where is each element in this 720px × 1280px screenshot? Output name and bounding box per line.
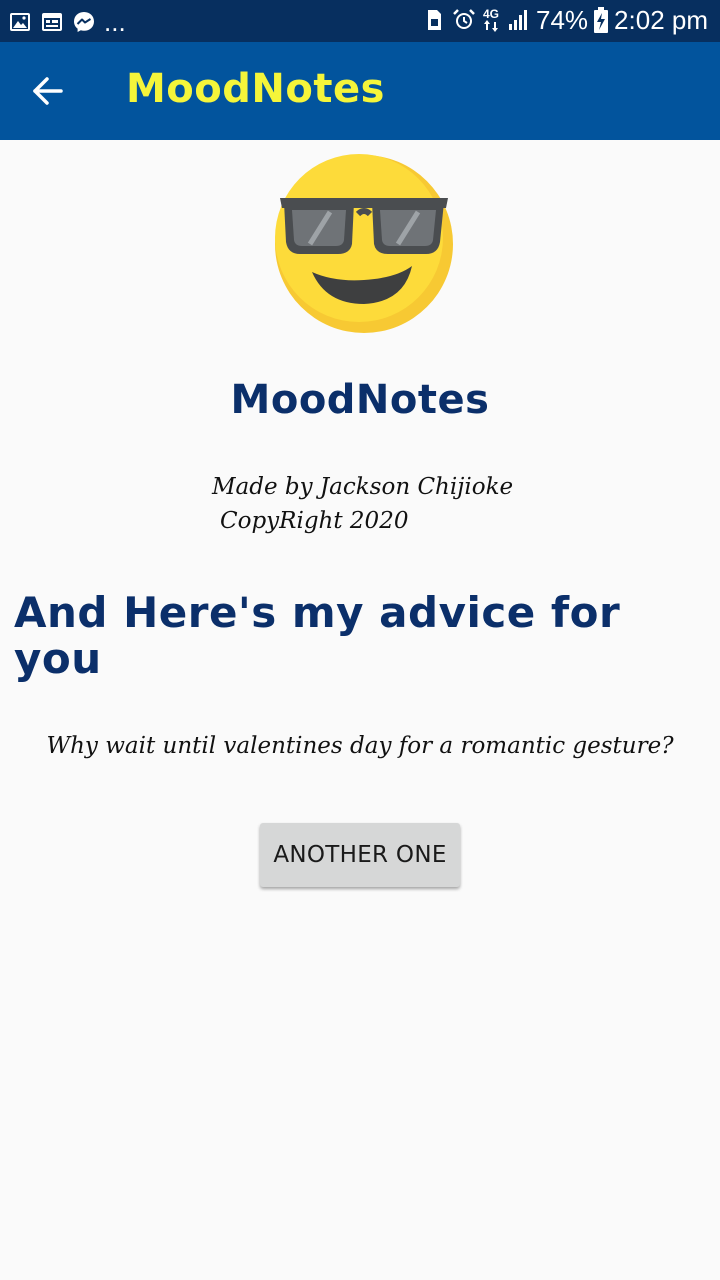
calendar-icon (42, 13, 62, 31)
status-bar: ... 4G 74% 2:02 pm (0, 0, 720, 42)
status-right: 4G 74% 2:02 pm (422, 4, 708, 36)
status-left: ... (8, 6, 126, 38)
network-type-label: 4G (482, 7, 499, 21)
network-indicator: 4G (482, 8, 500, 32)
advice-heading: And Here's my advice for you (14, 588, 621, 683)
back-button[interactable] (24, 67, 72, 115)
messenger-icon (74, 12, 94, 32)
advice-text: Why wait until valentines day for a roma… (46, 733, 674, 759)
data-arrows-icon (484, 20, 498, 32)
app-bar: MoodNotes (0, 42, 720, 140)
credit-line: Made by Jackson Chijioke (212, 474, 514, 500)
more-notifications-indicator: ... (104, 7, 126, 37)
battery-percent: 74% (536, 5, 589, 35)
clock: 2:02 pm (614, 5, 708, 35)
app-title: MoodNotes (126, 66, 385, 112)
battery-icon (594, 7, 609, 33)
sunglasses-smiley-icon (275, 154, 453, 333)
copyright-line: CopyRight 2020 (220, 508, 409, 534)
image-icon (10, 13, 30, 31)
alarm-icon (453, 9, 475, 29)
sim-icon (428, 10, 441, 30)
another-one-button[interactable]: ANOTHER ONE (260, 823, 460, 887)
signal-icon (509, 10, 527, 30)
brand-title: MoodNotes (230, 377, 490, 423)
back-arrow-icon (33, 77, 63, 105)
